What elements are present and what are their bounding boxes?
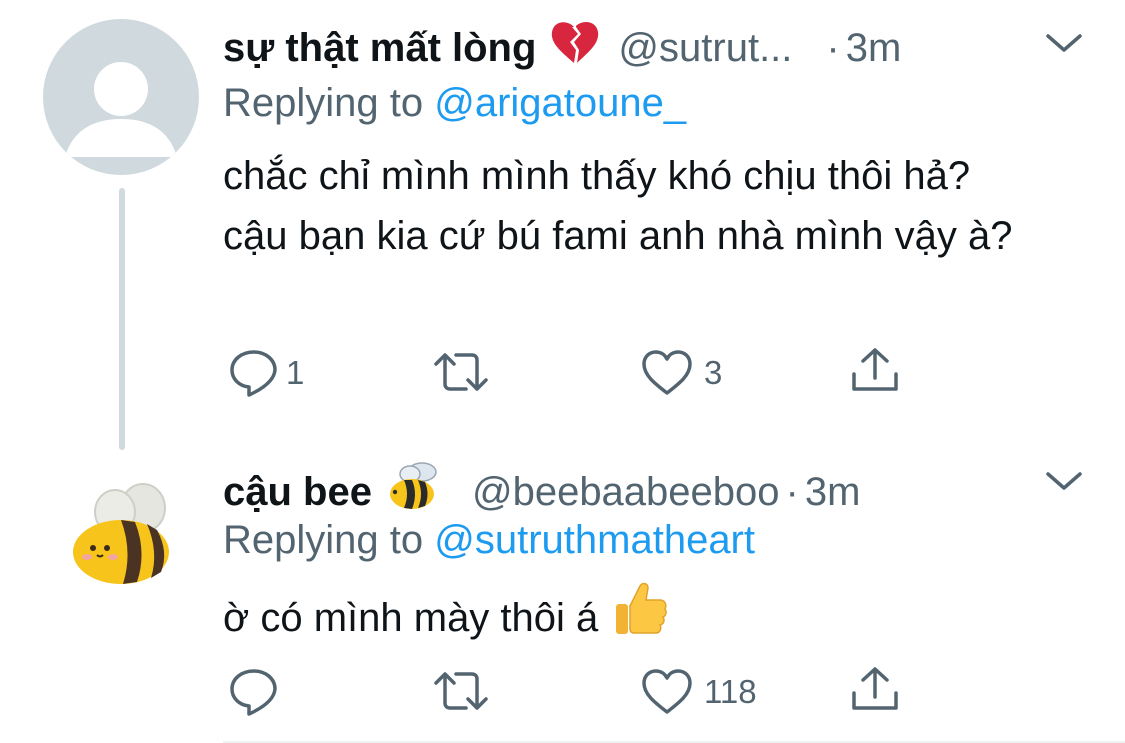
like-count: 3 — [704, 354, 723, 391]
heart-icon — [642, 669, 692, 714]
display-name[interactable]: cậu bee — [223, 468, 372, 516]
tweet-text-row: ờ có mình mày thôi á — [223, 580, 1043, 655]
replying-to: Replying to @arigatoune_ — [223, 79, 686, 127]
bee-avatar-icon — [73, 483, 169, 584]
replying-to-link[interactable]: @arigatoune_ — [434, 81, 686, 125]
broken-heart-emoji — [550, 20, 600, 75]
heart-icon — [642, 350, 692, 395]
replying-to-label: Replying to — [223, 81, 424, 125]
handle[interactable]: @sutrut... — [618, 24, 792, 72]
tweet-header: cậu bee @beebaabeeboo · 3m — [223, 458, 860, 525]
retweet-button[interactable] — [432, 669, 490, 713]
like-count: 118 — [704, 673, 757, 710]
reply-button[interactable]: 1 — [228, 348, 304, 398]
chevron-down-icon[interactable] — [1044, 30, 1084, 63]
share-button[interactable] — [848, 665, 902, 713]
separator-dot: · — [826, 25, 840, 70]
reply-count: 1 — [286, 354, 305, 391]
retweet-icon — [434, 353, 488, 391]
replying-to-link[interactable]: @sutruthmatheart — [434, 518, 755, 562]
replying-to: Replying to @sutruthmatheart — [223, 516, 755, 564]
reply-button[interactable] — [228, 667, 280, 717]
chevron-down-icon[interactable] — [1044, 468, 1084, 501]
display-name[interactable]: sự thật mất lòng — [223, 24, 536, 72]
retweet-icon — [434, 672, 488, 710]
share-button[interactable] — [848, 346, 902, 394]
bee-avatar[interactable] — [43, 460, 199, 616]
thread-connector-line — [119, 188, 125, 450]
retweet-button[interactable] — [432, 350, 490, 394]
handle[interactable]: @beebaabeeboo — [472, 468, 780, 516]
replying-to-label: Replying to — [223, 518, 424, 562]
like-button[interactable]: 3 — [640, 349, 722, 397]
reply-icon — [230, 350, 277, 397]
separator-dot: · — [785, 469, 799, 514]
default-avatar[interactable] — [43, 19, 199, 175]
share-icon — [852, 348, 898, 391]
share-icon — [852, 667, 898, 710]
reply-icon — [230, 669, 277, 716]
tweet-header: sự thật mất lòng @sutrut... · 3m — [223, 20, 901, 75]
bee-emoji — [386, 458, 442, 525]
thumbs-up-emoji — [612, 580, 668, 655]
tweet-text: chắc chỉ mình mình thấy khó chịu thôi hả… — [223, 154, 1013, 258]
timestamp[interactable]: 3m — [805, 468, 861, 516]
timestamp[interactable]: 3m — [846, 24, 902, 72]
default-profile-icon — [65, 62, 177, 157]
tweet-text: ờ có mình mày thôi á — [223, 595, 599, 640]
like-button[interactable]: 118 — [640, 668, 757, 716]
